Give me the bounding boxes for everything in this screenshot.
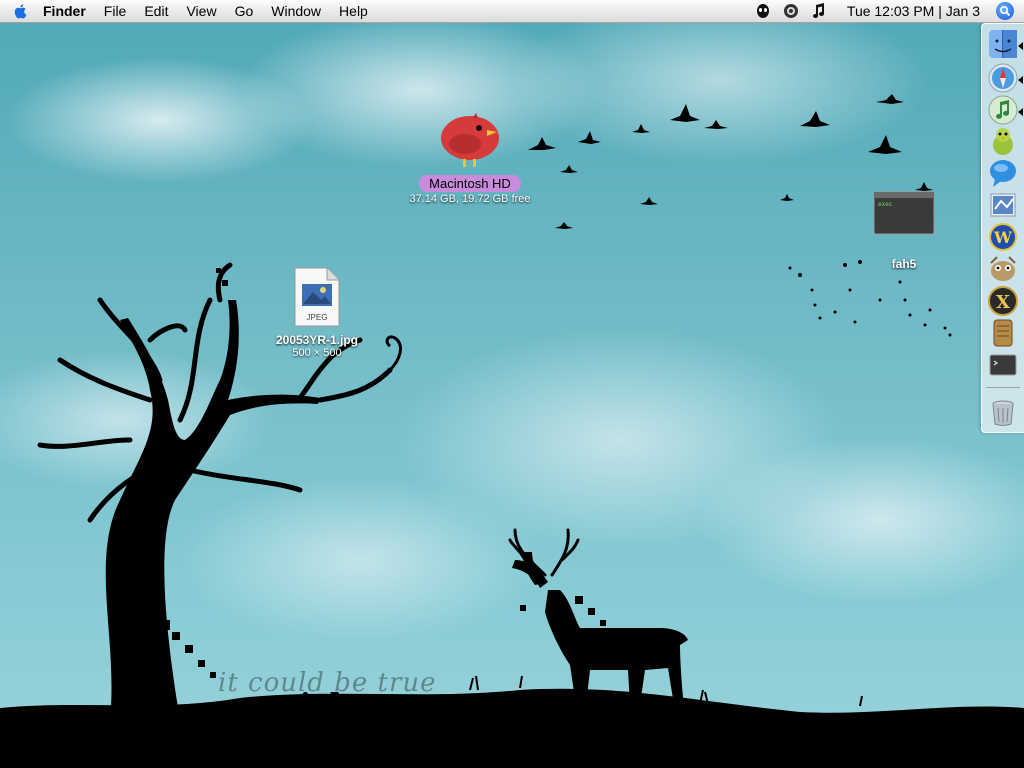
menu-app-finder[interactable]: Finder xyxy=(34,0,95,22)
wallpaper-caption-wish: a wish xyxy=(240,686,353,724)
jpeg-dimensions-label: 500 × 500 xyxy=(292,347,342,359)
dock-separator xyxy=(986,387,1020,388)
desktop-icon-jpeg-file[interactable]: JPEG 20053YR-1.jpg 500 × 500 xyxy=(258,266,376,359)
jpeg-badge-text: JPEG xyxy=(307,313,328,322)
macintosh-hd-label: Macintosh HD xyxy=(419,175,521,192)
terminal-exec-icon: exec xyxy=(873,191,935,235)
svg-text:X: X xyxy=(996,292,1010,313)
menu-go[interactable]: Go xyxy=(226,0,263,22)
scroll-icon[interactable] xyxy=(987,317,1019,349)
jpeg-file-icon: JPEG xyxy=(294,267,340,327)
spotlight-icon[interactable] xyxy=(996,2,1014,20)
menu-clock[interactable]: Tue 12:03 PM | Jan 3 xyxy=(833,3,990,19)
mail-icon[interactable] xyxy=(987,189,1019,221)
warcraft-icon[interactable]: W xyxy=(987,221,1019,253)
desktop-icon-macintosh-hd[interactable]: Macintosh HD 37.14 GB, 19.72 GB free xyxy=(400,110,540,205)
finder-icon[interactable] xyxy=(987,28,1019,60)
x11-icon[interactable]: X xyxy=(987,285,1019,317)
system-monitor-icon[interactable] xyxy=(782,2,800,20)
terminal-icon[interactable] xyxy=(987,349,1019,381)
dock: W X xyxy=(981,23,1024,433)
itunes-running-indicator xyxy=(1018,108,1023,116)
safari-icon[interactable] xyxy=(987,62,1019,94)
svg-text:W: W xyxy=(993,228,1013,247)
gimp-icon[interactable] xyxy=(987,253,1019,285)
menu-help[interactable]: Help xyxy=(330,0,377,22)
jpeg-filename-label: 20053YR-1.jpg xyxy=(275,333,359,347)
finder-running-indicator xyxy=(1018,42,1023,50)
menu-view[interactable]: View xyxy=(177,0,225,22)
music-note-icon[interactable] xyxy=(810,2,828,20)
macintosh-hd-capacity: 37.14 GB, 19.72 GB free xyxy=(409,193,531,205)
menu-bar: Finder File Edit View Go Window Help Tue… xyxy=(0,0,1024,23)
safari-running-indicator xyxy=(1018,76,1023,84)
itunes-icon[interactable] xyxy=(987,94,1019,126)
menu-window[interactable]: Window xyxy=(262,0,330,22)
trash-icon[interactable] xyxy=(987,396,1019,428)
menu-extras: Tue 12:03 PM | Jan 3 xyxy=(749,0,1024,22)
ichat-icon[interactable] xyxy=(987,157,1019,189)
wallpaper-caption-line2: a wish xyxy=(240,686,353,724)
apple-menu-icon[interactable] xyxy=(12,2,30,20)
adium-icon[interactable] xyxy=(987,125,1019,157)
bird-hard-drive-icon xyxy=(441,113,499,167)
fah5-label: fah5 xyxy=(891,257,917,271)
alien-icon[interactable] xyxy=(754,2,772,20)
exec-badge-text: exec xyxy=(878,201,893,208)
menu-edit[interactable]: Edit xyxy=(135,0,177,22)
menu-file[interactable]: File xyxy=(95,0,136,22)
desktop-icon-fah5[interactable]: exec fah5 xyxy=(868,190,940,271)
